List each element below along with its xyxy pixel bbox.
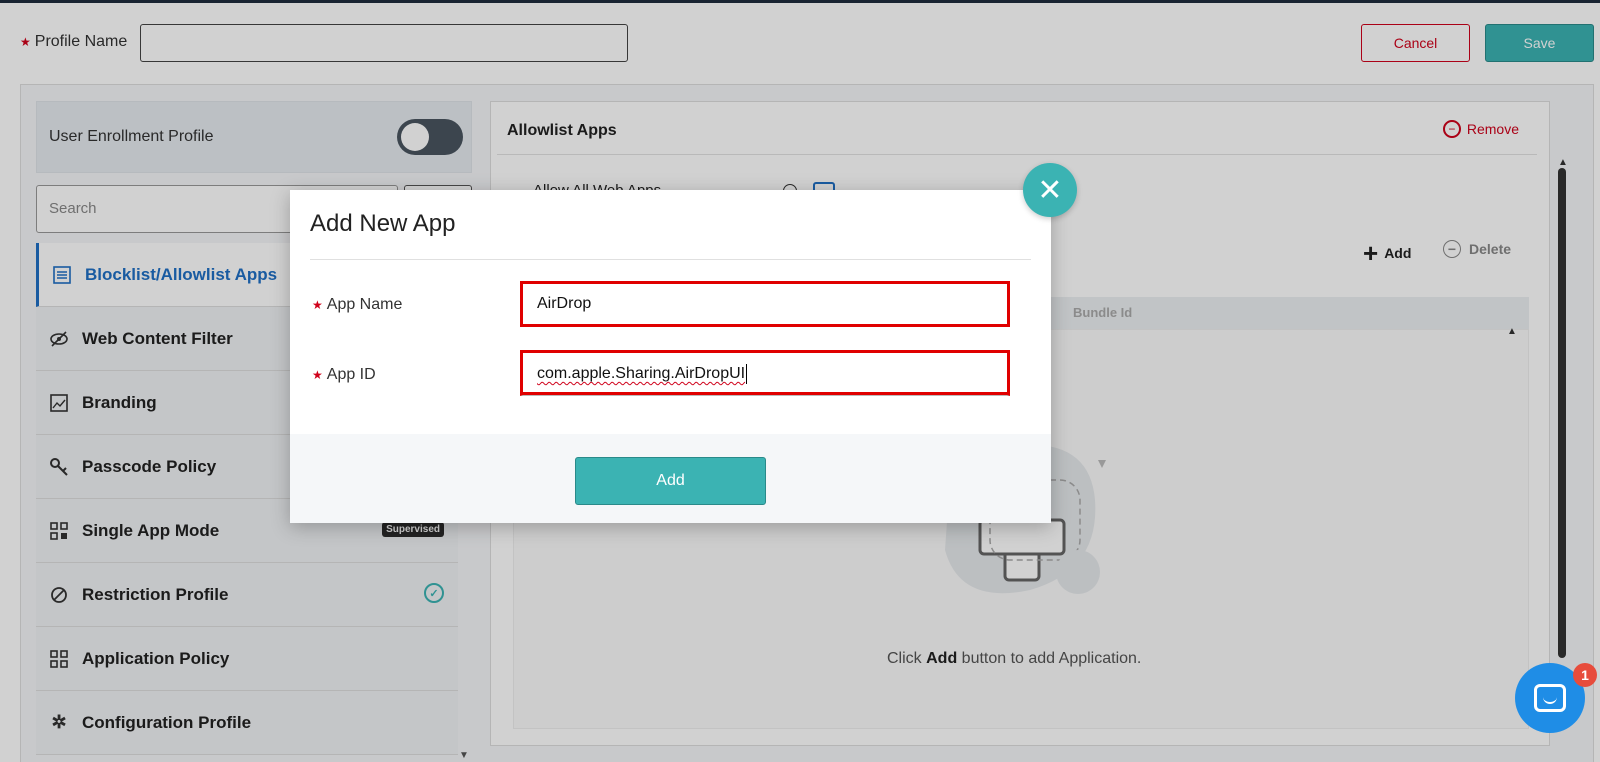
app-id-input[interactable]: com.apple.Sharing.AirDropUI (520, 350, 1010, 396)
chat-unread-badge: 1 (1573, 663, 1597, 687)
app-id-value: com.apple.Sharing.AirDropUI (537, 365, 746, 382)
app-name-input[interactable]: AirDrop (520, 281, 1010, 327)
app-name-label-text: App Name (326, 296, 403, 313)
close-icon[interactable]: ✕ (1023, 163, 1077, 217)
dialog-title: Add New App (310, 210, 456, 237)
app-name-label: ★ App Name (312, 296, 402, 314)
required-star-icon: ★ (312, 298, 323, 312)
dialog-add-button[interactable]: Add (575, 457, 766, 505)
app-id-label: ★ App ID (312, 366, 376, 384)
required-star-icon: ★ (312, 368, 323, 382)
text-caret (746, 364, 748, 384)
chat-icon (1534, 684, 1566, 712)
app-id-label-text: App ID (326, 366, 376, 383)
add-new-app-dialog: Add New App ★ App Name AirDrop ★ App ID co… (290, 190, 1051, 523)
dialog-divider (310, 259, 1031, 260)
